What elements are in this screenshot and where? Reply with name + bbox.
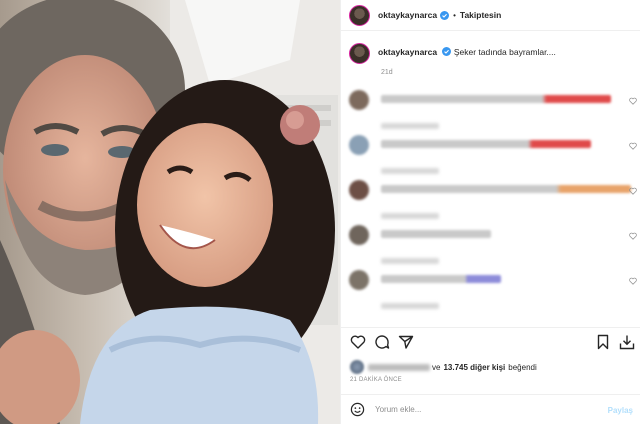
header-separator: • (453, 10, 456, 20)
comment-meta-blurred (381, 213, 439, 219)
author-avatar[interactable] (349, 4, 370, 26)
comment-text-blurred (381, 230, 491, 238)
likes-summary: ve 13.745 diğer kişi beğendi (350, 360, 537, 374)
post-photo[interactable] (0, 0, 340, 424)
bookmark-icon[interactable] (595, 334, 611, 350)
comment-list (349, 90, 639, 315)
post-comment-button[interactable]: Paylaş (608, 406, 633, 415)
commenter-avatar[interactable] (349, 135, 369, 155)
verified-badge-icon (440, 10, 450, 20)
caption-body: Şeker tadında bayramlar.... (453, 47, 556, 57)
comment-meta-blurred (381, 123, 439, 129)
likes-prefix: ve (432, 362, 441, 372)
comment-like-icon[interactable] (629, 142, 637, 150)
comment-like-icon[interactable] (629, 187, 637, 195)
comment-like-icon[interactable] (629, 277, 637, 285)
comment-text-blurred (381, 275, 501, 283)
commenter-avatar[interactable] (349, 225, 369, 245)
download-icon[interactable] (619, 334, 635, 350)
paper-plane-icon[interactable] (398, 334, 414, 350)
commenter-avatar[interactable] (349, 270, 369, 290)
comment-text-blurred (381, 185, 631, 193)
comment-icon[interactable] (374, 334, 390, 350)
post-sidebar: oktaykaynarca • Takiptesin oktaykaynarca… (340, 0, 640, 424)
verified-badge-icon (442, 47, 452, 56)
commenter-avatar[interactable] (349, 90, 369, 110)
add-comment-bar: Paylaş (341, 394, 640, 424)
likes-count[interactable]: 13.745 diğer kişi (443, 363, 505, 372)
liker-name-blurred[interactable] (368, 363, 430, 371)
caption-age[interactable]: 21d (381, 69, 393, 76)
comment-like-icon[interactable] (629, 97, 637, 105)
action-bar (341, 327, 640, 355)
caption-avatar[interactable] (349, 43, 370, 64)
comment-text-blurred (381, 140, 591, 148)
post-caption: oktaykaynarca Şeker tadında bayramlar...… (349, 43, 556, 64)
comment-input[interactable] (375, 405, 595, 414)
post-header: oktaykaynarca • Takiptesin (341, 0, 640, 31)
comment-meta-blurred (381, 258, 439, 264)
author-username[interactable]: oktaykaynarca (378, 10, 437, 20)
caption-text: oktaykaynarca Şeker tadında bayramlar...… (378, 47, 556, 58)
emoji-icon[interactable] (350, 402, 365, 417)
photo-illustration (0, 0, 340, 424)
caption-username[interactable]: oktaykaynarca (378, 47, 437, 57)
comment-item (349, 135, 639, 180)
comment-item (349, 225, 639, 270)
posted-time[interactable]: 21 DAKİKA ÖNCE (350, 377, 402, 383)
instagram-post: oktaykaynarca • Takiptesin oktaykaynarca… (0, 0, 640, 424)
commenter-avatar[interactable] (349, 180, 369, 200)
comment-item (349, 180, 639, 225)
following-button[interactable]: Takiptesin (460, 10, 501, 20)
comment-like-icon[interactable] (629, 232, 637, 240)
liker-avatar[interactable] (350, 360, 364, 374)
heart-icon[interactable] (350, 334, 366, 350)
comment-meta-blurred (381, 168, 439, 174)
comment-item (349, 270, 639, 315)
comment-meta-blurred (381, 303, 439, 309)
comment-item (349, 90, 639, 135)
likes-suffix: beğendi (508, 362, 537, 372)
comment-text-blurred (381, 95, 611, 103)
